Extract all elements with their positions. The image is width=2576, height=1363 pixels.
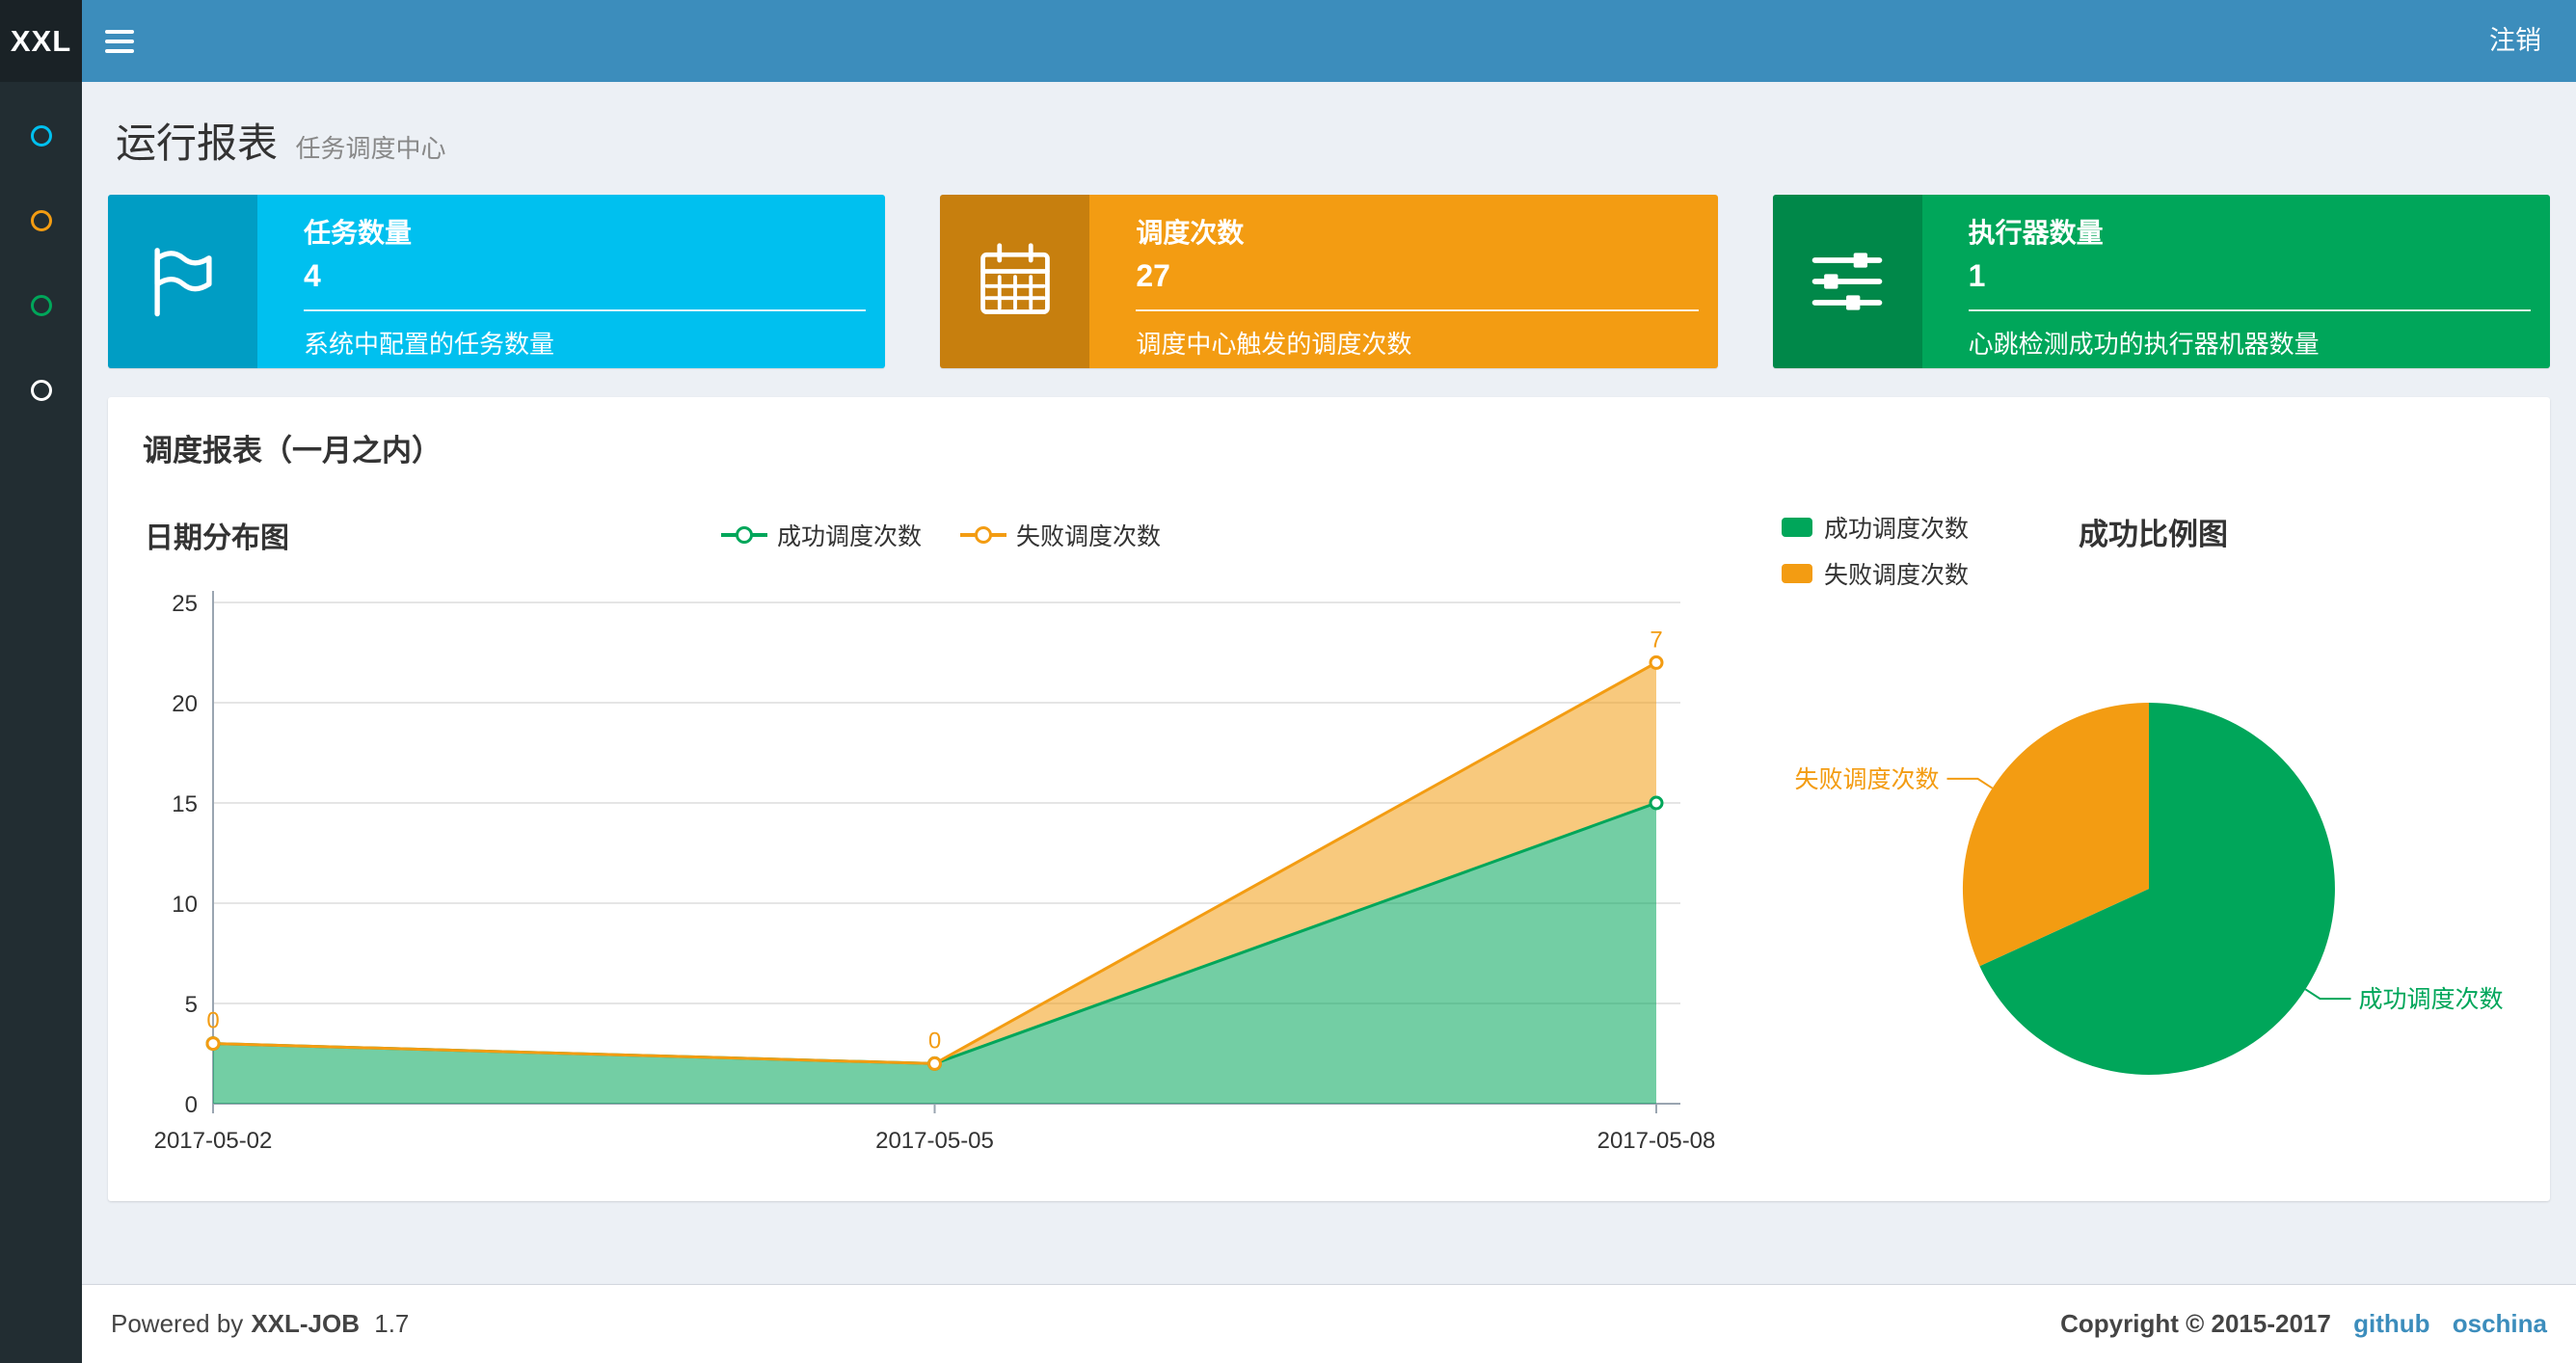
svg-text:5: 5 [185,992,198,1018]
sidebar [0,82,82,1363]
pie-legend-success[interactable]: 成功调度次数 [1782,510,1969,545]
stat-description: 调度中心触发的调度次数 [1136,330,1412,359]
svg-text:2017-05-02: 2017-05-02 [154,1128,273,1154]
svg-text:10: 10 [172,892,198,918]
oschina-link[interactable]: oschina [2453,1309,2547,1338]
svg-text:成功调度次数: 成功调度次数 [2359,986,2504,1013]
main-footer: Powered by XXL-JOB 1.7 Copyright © 2015-2… [82,1284,2576,1363]
divider [304,309,867,311]
stat-label: 调度次数 [1136,218,1245,248]
footer-powered: Powered by XXL-JOB 1.7 [111,1309,410,1338]
sidebar-item-3[interactable] [0,263,82,348]
circle-outline-icon [30,125,52,147]
pie-chart-canvas[interactable]: 成功调度次数 失败调度次数 [1780,597,2527,1214]
app-logo-text: XXL [10,23,72,58]
svg-text:20: 20 [172,691,198,717]
logout-link[interactable]: 注销 [2455,0,2576,82]
github-link[interactable]: github [2353,1309,2429,1338]
stat-description: 心跳检测成功的执行器机器数量 [1968,330,2320,359]
svg-text:2017-05-05: 2017-05-05 [875,1128,994,1154]
stat-box-triggers: 调度次数 27 调度中心触发的调度次数 [940,195,1718,368]
panel-title: 调度报表（一月之内） [143,434,442,468]
page-subtitle: 任务调度中心 [295,134,446,163]
page-header: 运行报表 任务调度中心 [108,82,2550,195]
brand-name: XXL-JOB [251,1309,360,1338]
line-marker-icon [960,526,1006,544]
pie-chart-title: 成功比例图 [2079,518,2228,551]
swatch-icon [1782,564,1812,583]
sidebar-item-1[interactable] [0,94,82,178]
pie-legend-fail[interactable]: 失败调度次数 [1782,556,1969,591]
sliders-icon [1772,195,1922,368]
app-logo[interactable]: XXL [0,0,82,82]
charts-row: 日期分布图 成功调度次数 失败调度次数 0 5 10 15 20 25 2017… [131,508,2527,1218]
sidebar-item-4[interactable] [0,348,82,433]
sidebar-toggle-button[interactable] [82,0,157,82]
hamburger-icon [105,29,134,34]
stat-value: 4 [304,258,321,293]
line-marker-icon [720,526,767,544]
legend-item-fail[interactable]: 失败调度次数 [960,518,1161,552]
divider [1136,309,1699,311]
page-title: 运行报表 [116,120,279,166]
circle-outline-icon [30,380,52,401]
svg-text:0: 0 [206,1008,219,1034]
circle-outline-icon [30,295,52,316]
flag-icon [108,195,257,368]
calendar-icon [940,195,1090,368]
report-panel: 调度报表（一月之内） 日期分布图 成功调度次数 失败调度次数 0 5 10 15… [108,397,2550,1201]
svg-text:7: 7 [1650,627,1662,653]
stat-label: 执行器数量 [1968,218,2104,248]
area-chart-canvas[interactable]: 05101520252017-05-02 2017-05-05 2017-05-08… [131,564,1731,1200]
svg-text:0: 0 [185,1092,198,1118]
stat-description: 系统中配置的任务数量 [304,330,555,359]
svg-text:2017-05-08: 2017-05-08 [1597,1128,1716,1154]
date-distribution-chart: 日期分布图 成功调度次数 失败调度次数 0 5 10 15 20 25 2017… [131,508,1751,1218]
stat-label: 任务数量 [304,218,413,248]
stat-box-row: 任务数量 4 系统中配置的任务数量 调度次数 27 调度中心触发的调度次数 执行… [108,195,2550,368]
pie-chart-legend: 成功调度次数 失败调度次数 [1782,510,1969,602]
line-chart-legend: 成功调度次数 失败调度次数 [131,518,1751,552]
footer-copyright: Copyright © 2015-2017 github oschina [2060,1309,2547,1338]
legend-item-success[interactable]: 成功调度次数 [720,518,922,552]
svg-text:25: 25 [172,591,198,617]
xxl-job-dashboard: XXL 注销 运行报表 任务调度中心 任务数量 4 系统中配置的任务数量 调度次… [0,0,2576,1363]
stat-value: 27 [1136,258,1170,293]
main-content: 运行报表 任务调度中心 任务数量 4 系统中配置的任务数量 调度次数 27 调度… [82,82,2576,1284]
circle-outline-icon [30,210,52,231]
svg-text:0: 0 [928,1028,941,1054]
stat-box-executors: 执行器数量 1 心跳检测成功的执行器机器数量 [1772,195,2550,368]
stat-value: 1 [1968,258,1986,293]
stat-box-jobs: 任务数量 4 系统中配置的任务数量 [108,195,886,368]
success-ratio-chart: 成功调度次数 失败调度次数 成功比例图 成功调度次数 失败调度次数 [1780,508,2527,1218]
swatch-icon [1782,518,1812,537]
svg-text:失败调度次数: 失败调度次数 [1794,766,1939,793]
divider [1968,309,2531,311]
top-navbar: XXL 注销 [0,0,2576,82]
svg-text:15: 15 [172,791,198,817]
sidebar-item-2[interactable] [0,178,82,263]
